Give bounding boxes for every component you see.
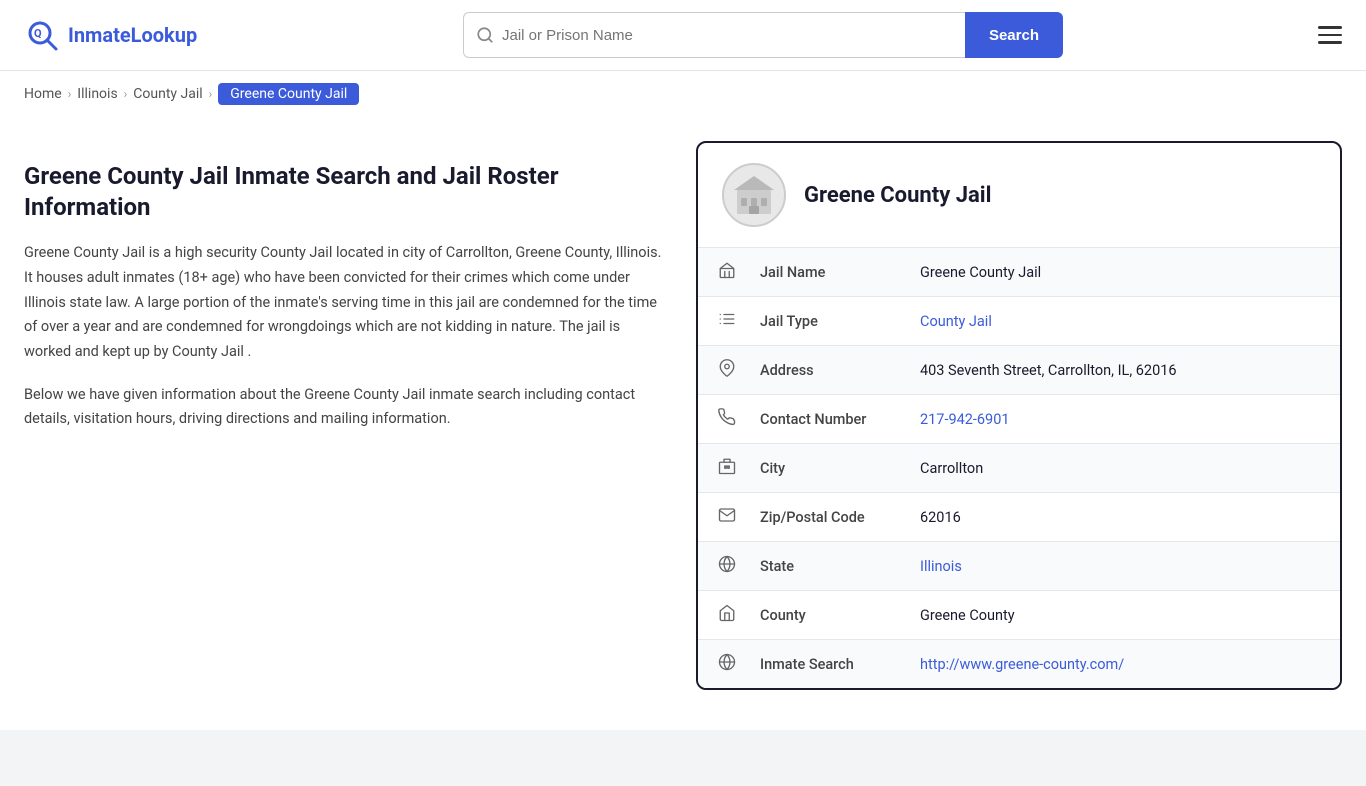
table-row: CountyGreene County (698, 591, 1340, 640)
table-row: Jail Type County Jail (698, 297, 1340, 346)
table-row: CityCarrollton (698, 444, 1340, 493)
breadcrumb-sep-3: › (209, 87, 213, 101)
breadcrumb-home[interactable]: Home (24, 86, 62, 102)
breadcrumb-sep-1: › (68, 87, 72, 101)
field-value[interactable]: County Jail (900, 297, 1340, 346)
field-link[interactable]: Illinois (920, 558, 962, 575)
page-title: Greene County Jail Inmate Search and Jai… (24, 161, 664, 223)
phone-icon (698, 395, 740, 444)
jail-card-header: Greene County Jail (698, 143, 1340, 248)
logo-icon: Q (24, 17, 60, 53)
county-icon (698, 591, 740, 640)
field-link[interactable]: http://www.greene-county.com/ (920, 656, 1124, 673)
search-button[interactable]: Search (965, 12, 1063, 58)
field-value[interactable]: 217-942-6901 (900, 395, 1340, 444)
field-label: Inmate Search (740, 640, 900, 689)
hamburger-menu[interactable] (1318, 26, 1342, 44)
city-icon (698, 444, 740, 493)
search-area: Search (240, 12, 1286, 58)
field-label: Jail Name (740, 248, 900, 297)
building-icon (729, 170, 779, 220)
field-link[interactable]: 217-942-6901 (920, 411, 1010, 428)
page-description-2: Below we have given information about th… (24, 383, 664, 432)
field-value: Greene County (900, 591, 1340, 640)
mail-icon (698, 493, 740, 542)
footer-bar (0, 730, 1366, 786)
search-icon (476, 26, 494, 44)
left-column: Greene County Jail Inmate Search and Jai… (24, 141, 664, 690)
breadcrumb-illinois[interactable]: Illinois (77, 86, 117, 102)
field-value: Greene County Jail (900, 248, 1340, 297)
field-value[interactable]: http://www.greene-county.com/ (900, 640, 1340, 689)
jail-icon (698, 248, 740, 297)
search-input[interactable] (502, 27, 953, 44)
field-label: City (740, 444, 900, 493)
table-row: State Illinois (698, 542, 1340, 591)
field-label: Contact Number (740, 395, 900, 444)
info-table: Jail NameGreene County JailJail Type Coun… (698, 248, 1340, 688)
jail-card-title: Greene County Jail (804, 183, 991, 208)
field-label: Jail Type (740, 297, 900, 346)
logo-text: InmateLookup (68, 23, 197, 47)
field-value[interactable]: Illinois (900, 542, 1340, 591)
breadcrumb-sep-2: › (124, 87, 128, 101)
page-description-1: Greene County Jail is a high security Co… (24, 241, 664, 364)
table-row: Zip/Postal Code62016 (698, 493, 1340, 542)
field-label: State (740, 542, 900, 591)
field-label: County (740, 591, 900, 640)
field-link[interactable]: County Jail (920, 313, 992, 330)
search-input-wrap (463, 12, 965, 58)
svg-text:Q: Q (34, 27, 42, 40)
breadcrumb: Home › Illinois › County Jail › Greene C… (0, 71, 1366, 117)
list-icon (698, 297, 740, 346)
main-content: Greene County Jail Inmate Search and Jai… (0, 117, 1366, 730)
jail-avatar (722, 163, 786, 227)
table-row: Contact Number 217-942-6901 (698, 395, 1340, 444)
header: Q InmateLookup Search (0, 0, 1366, 71)
field-value: Carrollton (900, 444, 1340, 493)
breadcrumb-county-jail[interactable]: County Jail (133, 86, 202, 102)
breadcrumb-active: Greene County Jail (218, 83, 359, 105)
web-icon (698, 640, 740, 689)
field-label: Zip/Postal Code (740, 493, 900, 542)
table-row: Inmate Search http://www.greene-county.co… (698, 640, 1340, 689)
table-row: Jail NameGreene County Jail (698, 248, 1340, 297)
field-value: 62016 (900, 493, 1340, 542)
location-icon (698, 346, 740, 395)
field-value: 403 Seventh Street, Carrollton, IL, 6201… (900, 346, 1340, 395)
field-label: Address (740, 346, 900, 395)
globe-icon (698, 542, 740, 591)
right-column: Greene County Jail Jail NameGreene Count… (696, 141, 1342, 690)
search-form: Search (463, 12, 1063, 58)
logo-link[interactable]: Q InmateLookup (24, 17, 224, 53)
jail-card: Greene County Jail Jail NameGreene Count… (696, 141, 1342, 690)
table-row: Address403 Seventh Street, Carrollton, I… (698, 346, 1340, 395)
hamburger-line-1 (1318, 26, 1342, 29)
hamburger-line-3 (1318, 41, 1342, 44)
hamburger-line-2 (1318, 34, 1342, 37)
